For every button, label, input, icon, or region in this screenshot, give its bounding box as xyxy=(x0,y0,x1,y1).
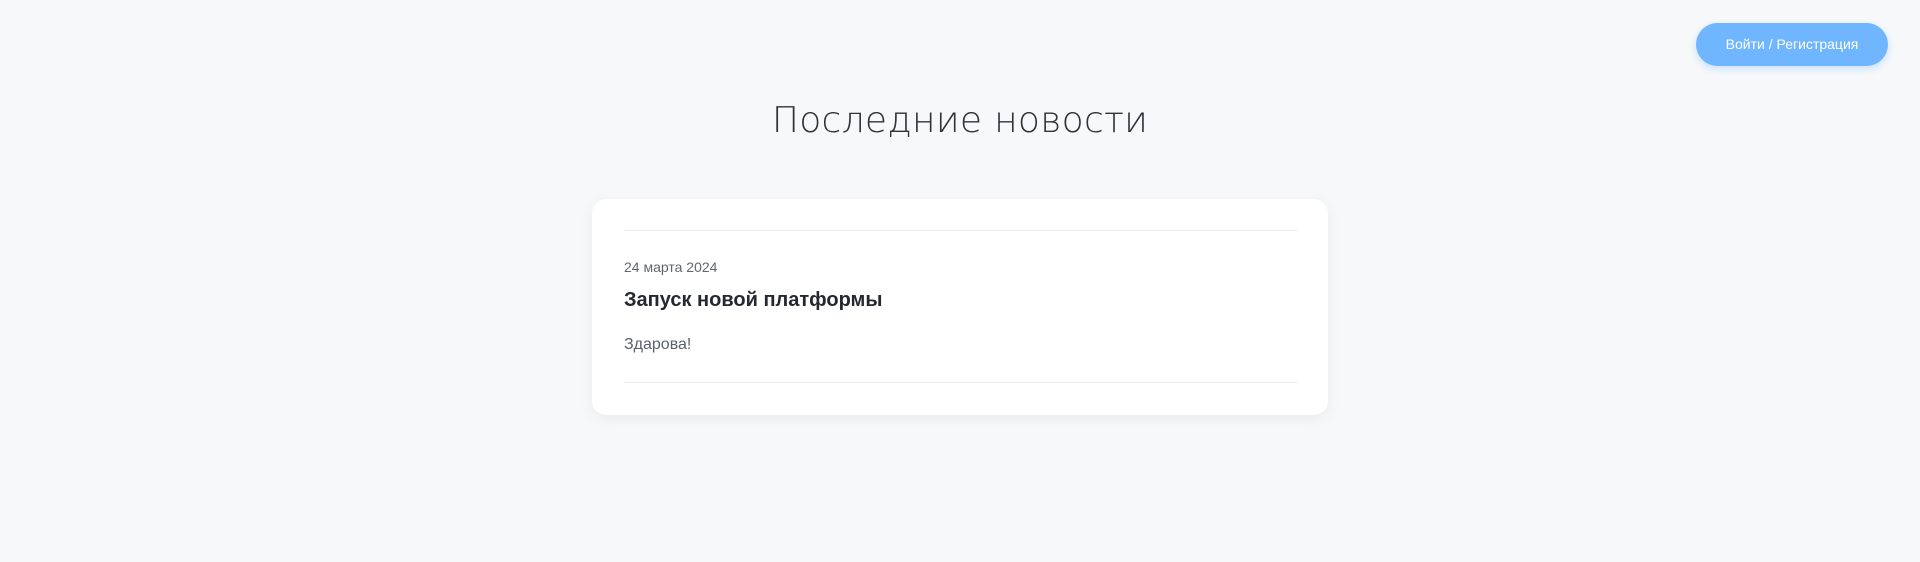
news-card: 24 марта 2024 Запуск новой платформы Зда… xyxy=(592,199,1328,415)
news-title: Запуск новой платформы xyxy=(624,289,883,311)
news-card-bottom-divider xyxy=(624,382,1297,383)
login-register-button[interactable]: Войти / Регистрация xyxy=(1696,23,1888,66)
page-title: Последние новости xyxy=(771,100,1149,141)
news-card-top-divider xyxy=(624,230,1297,231)
news-date: 24 марта 2024 xyxy=(624,259,718,275)
news-body: Здарова! xyxy=(624,336,692,353)
